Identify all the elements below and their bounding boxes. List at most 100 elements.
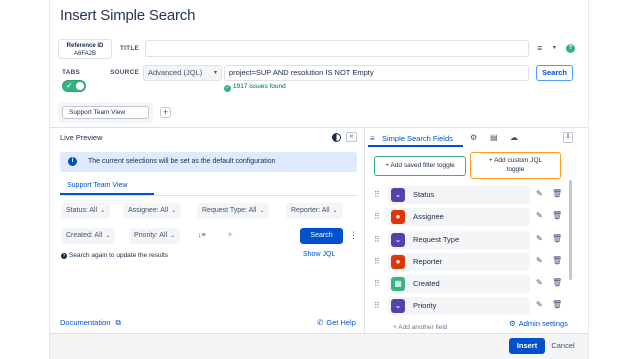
chevron-down-icon: ⌄ — [332, 208, 338, 214]
field-card[interactable]: ● Reporter — [388, 253, 530, 271]
filter-label: Assignee: All — [128, 207, 169, 214]
show-jql-link[interactable]: Show JQL — [303, 251, 335, 258]
chevron-down-icon: ⌄ — [105, 233, 111, 239]
scrollbar[interactable] — [569, 180, 572, 280]
field-card[interactable]: ▦ Created — [388, 275, 530, 293]
preview-search-button[interactable]: Search — [300, 228, 343, 244]
help-icon[interactable]: ? — [566, 44, 575, 53]
person-icon: ● — [391, 210, 405, 224]
trash-icon[interactable]: 🗑 — [552, 234, 562, 243]
drag-handle-icon[interactable]: ⠿ — [374, 235, 380, 244]
edit-icon[interactable]: ✎ — [536, 256, 543, 265]
filter-request-type[interactable]: Request Type: All ⌄ — [197, 203, 270, 219]
drag-handle-icon[interactable]: ⠿ — [374, 212, 380, 221]
trash-icon[interactable]: 🗑 — [552, 256, 562, 265]
cloud-icon[interactable]: ☁ — [510, 133, 518, 142]
menu-icon[interactable]: ≡ — [537, 43, 542, 53]
check-circle-icon: ✓ — [224, 85, 231, 92]
jql-input[interactable]: project=SUP AND resolution IS NOT Empty — [224, 65, 529, 81]
chevron-down-icon: ⌄ — [100, 208, 106, 214]
add-tab-button[interactable]: + — [160, 107, 171, 118]
live-preview-title: Live Preview — [60, 133, 103, 142]
admin-settings-link[interactable]: ⚙ Admin settings — [509, 319, 568, 328]
drag-handle-icon[interactable]: ⠿ — [374, 301, 380, 310]
divider — [50, 127, 588, 128]
field-row-reporter: ⠿ ● Reporter ✎ 🗑 — [370, 253, 573, 271]
documentation-text: Documentation — [60, 318, 111, 327]
edit-icon[interactable]: ✎ — [536, 300, 543, 309]
source-label: SOURCE — [110, 69, 140, 76]
edit-icon[interactable]: ✎ — [536, 211, 543, 220]
add-filter-button[interactable]: + — [222, 228, 238, 244]
reference-id-label: Reference ID — [66, 43, 104, 49]
cancel-button[interactable]: Cancel — [549, 338, 577, 354]
theme-toggle-icon[interactable] — [332, 133, 341, 142]
edit-icon[interactable]: ✎ — [536, 234, 543, 243]
field-row-request-type: ⠿ ⌄ Request Type ✎ 🗑 — [370, 231, 573, 249]
get-help-link[interactable]: ✆ Get Help — [317, 318, 356, 327]
insert-button[interactable]: Insert — [509, 338, 545, 354]
person-icon: ● — [391, 255, 405, 269]
chevron-down-icon: ⌄ — [171, 208, 177, 214]
panel-separator — [364, 128, 365, 333]
add-another-field-button[interactable]: + Add another field — [393, 324, 447, 331]
field-card[interactable]: ⌄ Request Type — [388, 231, 530, 249]
field-name: Created — [413, 279, 440, 288]
filter-label: Priority: All — [134, 232, 168, 239]
drag-handle-icon[interactable]: ⠿ — [374, 257, 380, 266]
comment-icon[interactable]: ▤ — [490, 133, 498, 142]
field-name: Priority — [413, 301, 437, 310]
filter-priority[interactable]: Priority: All ⌄ — [129, 228, 181, 244]
add-custom-line2: toggle — [506, 166, 525, 173]
get-help-text: Get Help — [326, 318, 356, 327]
expand-button[interactable]: ⇕ — [563, 132, 573, 143]
trash-icon[interactable]: 🗑 — [552, 211, 562, 220]
source-select[interactable]: Advanced (JQL) ▾ — [143, 65, 222, 81]
info-icon: i — [68, 157, 77, 166]
preview-tab-divider — [60, 195, 357, 196]
drag-handle-icon[interactable]: ⠿ — [374, 279, 380, 288]
add-custom-jql-toggle-button[interactable]: + Add custom JQL toggle — [470, 152, 561, 179]
filter-status[interactable]: Status: All ⌄ — [61, 203, 111, 219]
filter-reporter[interactable]: Reporter: All ⌄ — [286, 203, 343, 219]
issues-found-status: ✓ 1917 issues found — [224, 83, 286, 92]
field-name: Assignee — [413, 212, 444, 221]
drag-handle-icon[interactable]: ⠿ — [374, 190, 380, 199]
tab-simple-search-fields[interactable]: Simple Search Fields — [382, 134, 453, 143]
filter-created[interactable]: Created: All ⌄ — [61, 228, 116, 244]
issues-found-text: 1917 issues found — [233, 83, 286, 90]
tabs-toggle[interactable]: ✓ — [62, 80, 86, 92]
dialog-footer — [50, 334, 588, 359]
trash-icon[interactable]: 🗑 — [552, 189, 562, 198]
field-card[interactable]: ● Assignee — [388, 208, 530, 226]
title-input[interactable] — [145, 40, 529, 57]
field-card[interactable]: ⌄ Priority — [388, 297, 530, 315]
settings-icon[interactable]: ⚙ — [470, 133, 477, 142]
check-icon: ✓ — [66, 81, 73, 90]
tab-support-team-view[interactable]: Support Team View — [62, 106, 149, 119]
preview-tab[interactable]: Support Team View — [67, 182, 127, 189]
reference-id-value: A6FA2B — [73, 51, 96, 57]
edit-icon[interactable]: ✎ — [536, 189, 543, 198]
sort-button[interactable]: ↓≡ — [193, 228, 211, 244]
trash-icon[interactable]: 🗑 — [552, 278, 562, 287]
edit-icon[interactable]: ✎ — [536, 278, 543, 287]
more-options-icon[interactable]: ⋮ — [349, 230, 358, 240]
filter-label: Status: All — [66, 207, 98, 214]
field-row-assignee: ⠿ ● Assignee ✎ 🗑 — [370, 208, 573, 226]
filter-assignee[interactable]: Assignee: All ⌄ — [123, 203, 182, 219]
status-icon: ⌄ — [391, 188, 405, 202]
collapse-button[interactable]: « — [346, 132, 357, 142]
settings-icon: ⚙ — [509, 319, 516, 328]
add-custom-line1: + Add custom JQL — [488, 157, 543, 164]
calendar-icon: ▦ — [391, 277, 405, 291]
field-row-created: ⠿ ▦ Created ✎ 🗑 — [370, 275, 573, 293]
chevron-down-icon[interactable]: ▾ — [553, 44, 556, 51]
list-icon: ≡ — [370, 134, 375, 143]
jql-search-button[interactable]: Search — [536, 65, 573, 81]
add-saved-filter-toggle-button[interactable]: + Add saved filter toggle — [374, 156, 466, 176]
documentation-link[interactable]: Documentation ⧉ — [60, 318, 121, 328]
trash-icon[interactable]: 🗑 — [552, 300, 562, 309]
field-card[interactable]: ⌄ Status — [388, 186, 530, 204]
title-label: TITLE — [120, 45, 140, 52]
